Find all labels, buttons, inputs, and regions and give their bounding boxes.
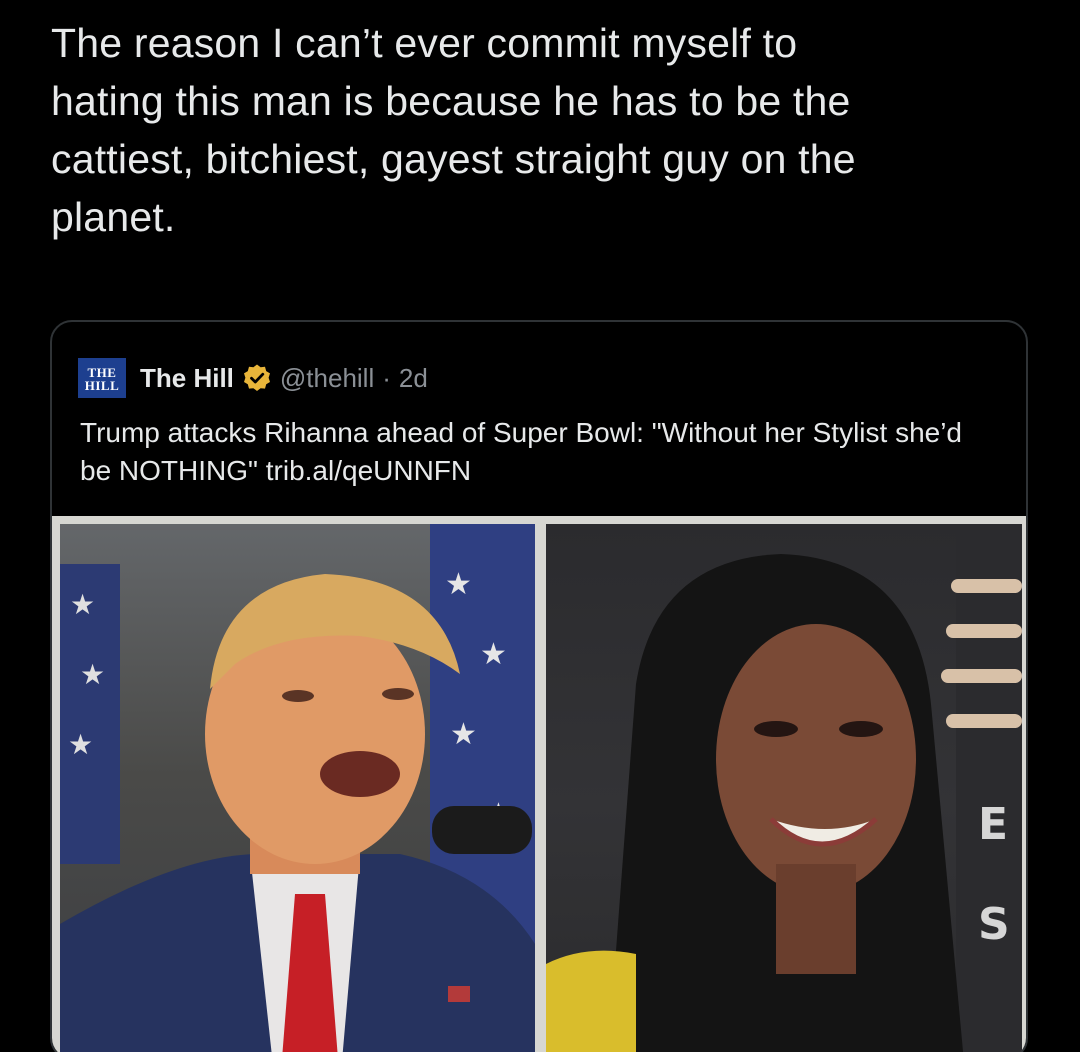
tweet-text: The reason I can’t ever commit myself to… [51, 20, 856, 240]
separator-dot: · [382, 362, 391, 393]
quoted-tweet-text: Trump attacks Rihanna ahead of Super Bow… [80, 417, 962, 486]
svg-text:★: ★ [480, 637, 507, 672]
svg-text:★: ★ [80, 658, 105, 691]
verified-badge-icon [242, 363, 272, 393]
svg-text:★: ★ [445, 567, 472, 602]
logo-text-bottom: HILL [84, 378, 120, 393]
man-speaking-photo[interactable]: ★ ★ ★ ★ ★ ★ ★ ★ [60, 524, 535, 1052]
svg-text:S: S [978, 899, 1010, 950]
quoted-tweet-card[interactable]: THE HILL The Hill @thehill · 2d Trump at… [50, 320, 1028, 1052]
screenshot-page: The reason I can’t ever commit myself to… [0, 0, 1080, 1052]
source-handle[interactable]: @thehill [280, 363, 374, 394]
svg-text:★: ★ [68, 728, 93, 761]
svg-text:E: E [978, 799, 1008, 850]
woman-smiling-photo[interactable]: E S [546, 524, 1022, 1052]
post-age[interactable]: 2d [399, 363, 428, 394]
svg-text:★: ★ [70, 588, 95, 621]
media-container: ★ ★ ★ ★ ★ ★ ★ ★ [52, 516, 1026, 1052]
svg-text:★: ★ [450, 717, 477, 752]
source-name[interactable]: The Hill [140, 363, 234, 394]
quoted-tweet-header: THE HILL The Hill @thehill · 2d [78, 358, 428, 398]
the-hill-logo[interactable]: THE HILL [78, 358, 126, 398]
